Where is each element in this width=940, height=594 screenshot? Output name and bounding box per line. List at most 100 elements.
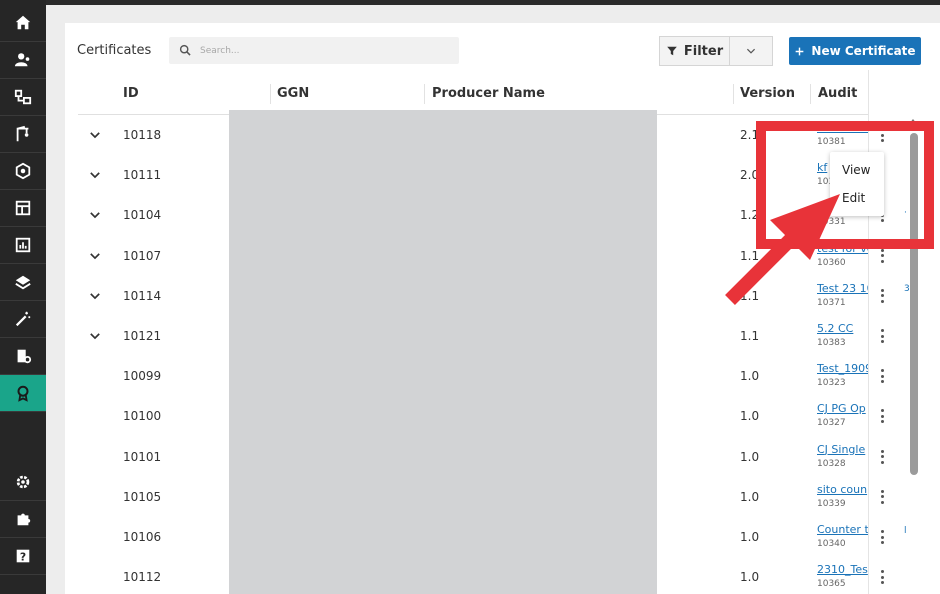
row-actions-kebab-icon[interactable] [878, 489, 886, 504]
expand-chevron-icon[interactable] [88, 329, 102, 343]
expand-chevron-icon[interactable] [88, 208, 102, 222]
users-icon [14, 53, 30, 67]
sidebar-item-settings[interactable] [0, 464, 46, 501]
search-icon [179, 44, 191, 56]
column-separator [424, 84, 425, 104]
filter-dropdown-button[interactable] [729, 36, 773, 66]
search-input[interactable] [200, 45, 440, 56]
audit-id: 10328 [817, 458, 846, 469]
cell-version: 1.0 [740, 570, 760, 585]
sidebar-item-layers[interactable] [0, 264, 46, 301]
column-header-audit[interactable]: Audit [818, 86, 857, 101]
cell-version: 1.0 [740, 530, 760, 544]
redacted-region [229, 110, 657, 594]
page-title: Certificates [77, 43, 152, 58]
cell-id: 10107 [123, 248, 162, 263]
svg-text:?: ? [20, 551, 26, 564]
home-icon [15, 15, 31, 30]
column-separator [733, 84, 734, 104]
column-header-ggn[interactable]: GGN [277, 86, 309, 101]
column-header-producer-name[interactable]: Producer Name [432, 86, 545, 101]
sidebar-item-certificates[interactable] [0, 375, 46, 412]
cell-version: 1.0 [740, 489, 760, 504]
new-certificate-button[interactable]: New Certificate [789, 37, 921, 65]
audit-link[interactable]: CJ PG Op [817, 402, 869, 415]
row-actions-kebab-icon[interactable] [878, 329, 886, 343]
cell-id: 10121 [123, 329, 162, 343]
report-icon [15, 237, 31, 253]
row-actions-kebab-icon[interactable] [878, 530, 886, 544]
sidebar-item-hexagon[interactable] [0, 153, 46, 190]
sidebar-item-home[interactable] [0, 5, 46, 42]
cell-version: 1.1 [740, 329, 760, 343]
cell-version: 1.0 [740, 369, 760, 384]
audit-id: 10323 [817, 378, 846, 389]
expand-chevron-icon[interactable] [88, 249, 102, 263]
gear-icon [16, 475, 30, 489]
column-separator [810, 84, 811, 104]
filter-label: Filter [683, 43, 724, 59]
expand-chevron-icon[interactable] [88, 289, 102, 303]
cell-id: 10100 [123, 409, 162, 424]
magic-wand-icon [15, 311, 31, 327]
sidebar-item-report[interactable] [0, 227, 46, 264]
sidebar-item-plugins[interactable] [0, 501, 46, 538]
audit-link[interactable]: 5.2 CC [817, 322, 869, 335]
row-actions-kebab-icon[interactable] [878, 570, 886, 585]
audit-link[interactable]: Test_1909 [817, 362, 869, 375]
puzzle-icon [17, 513, 31, 526]
sidebar-item-building-settings[interactable] [0, 338, 46, 375]
sidebar-item-flow[interactable] [0, 79, 46, 116]
sidebar: ? [0, 0, 46, 594]
cell-id: 10111 [123, 168, 162, 183]
cell-id: 10106 [123, 530, 162, 544]
audit-link[interactable]: 2310_Tes [817, 563, 869, 576]
audit-id: 10327 [817, 418, 846, 429]
funnel-icon [667, 46, 677, 56]
building-settings-icon [17, 349, 32, 364]
cell-id: 10105 [123, 489, 162, 504]
column-header-id[interactable]: ID [123, 86, 139, 101]
layers-icon [15, 275, 31, 290]
hexagon-icon [15, 162, 31, 180]
sidebar-item-layout[interactable] [0, 190, 46, 227]
audit-link[interactable]: CJ Single [817, 443, 869, 456]
expand-chevron-icon[interactable] [88, 128, 102, 142]
cell-id: 10104 [123, 208, 162, 223]
sidebar-item-help[interactable]: ? [0, 538, 46, 575]
row-actions-kebab-icon[interactable] [878, 288, 886, 303]
column-header-version[interactable]: Version [740, 86, 795, 101]
cell-version: 1.0 [740, 449, 760, 464]
search-box[interactable] [169, 37, 459, 64]
row-actions-kebab-icon[interactable] [878, 409, 886, 424]
layout-icon [15, 200, 31, 216]
row-actions-kebab-icon[interactable] [878, 449, 886, 464]
cell-id: 10114 [123, 288, 162, 303]
cell-version: 1.0 [740, 409, 760, 424]
row-actions-kebab-icon[interactable] [878, 248, 886, 263]
sidebar-item-crane[interactable] [0, 116, 46, 153]
column-separator [270, 84, 271, 104]
audit-id: 10339 [817, 498, 846, 509]
audit-id: 10365 [817, 579, 846, 590]
audit-id: 10340 [817, 539, 846, 549]
cell-id: 10118 [123, 128, 162, 142]
plus-icon [796, 47, 804, 55]
new-certificate-label: New Certificate [811, 44, 916, 58]
edge-fragment: l [904, 526, 907, 536]
certificate-icon [17, 385, 29, 402]
crane-icon [16, 125, 29, 142]
audit-link[interactable]: sito coun [817, 483, 869, 496]
edge-fragment: 3 [904, 284, 910, 294]
cell-id: 10099 [123, 369, 162, 384]
row-actions-kebab-icon[interactable] [878, 369, 886, 384]
filter-button[interactable]: Filter [659, 36, 730, 66]
top-bar [0, 0, 940, 5]
audit-id: 10383 [817, 338, 846, 348]
audit-link[interactable]: Counter t [817, 523, 869, 536]
sidebar-item-magic[interactable] [0, 301, 46, 338]
expand-chevron-icon[interactable] [88, 168, 102, 182]
sidebar-item-users[interactable] [0, 42, 46, 79]
flow-icon [14, 89, 32, 105]
cell-id: 10112 [123, 570, 162, 585]
